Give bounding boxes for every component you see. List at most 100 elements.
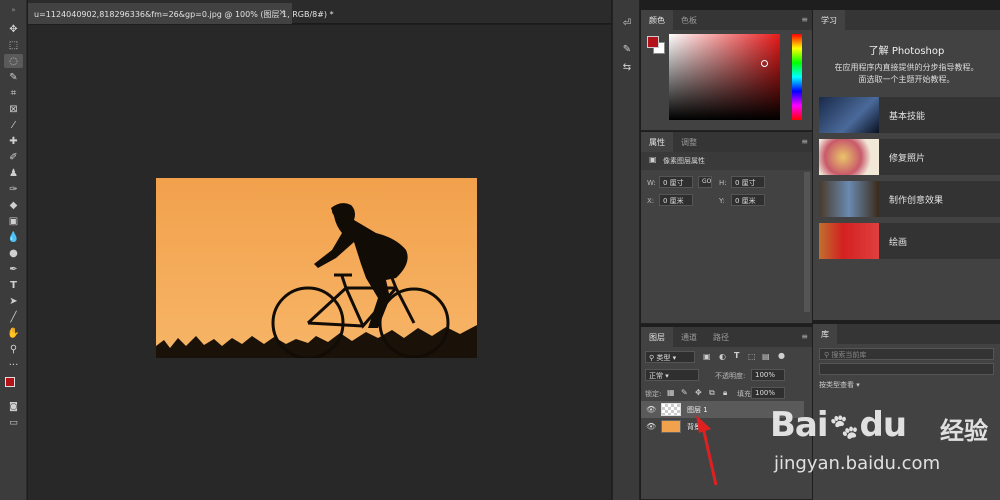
lesson-card[interactable]: 基本技能 [819,97,1000,133]
type-tool-icon[interactable]: T [4,278,23,292]
screen-mode-icon[interactable]: ▭ [4,416,23,430]
panel-menu-icon[interactable]: ≡ [801,15,808,24]
more-tools-icon[interactable]: ··· [4,358,23,372]
layer-filter-row: ⚲ 类型 ▾ ▣ ◐ T ⬚ ▤ ● [641,349,812,366]
healing-tool-icon[interactable]: ✚ [4,134,23,148]
tab-properties[interactable]: 属性 [641,132,673,152]
foreground-swatch[interactable] [647,36,659,48]
tab-swatches[interactable]: 色板 [673,10,705,30]
lasso-tool-icon[interactable]: ◌ [4,54,23,68]
red-arrow-annotation [696,415,718,486]
eyedropper-tool-icon[interactable]: ⁄ [4,118,23,132]
hue-slider[interactable] [792,34,802,120]
line-tool-icon[interactable]: ╱ [4,310,23,324]
lesson-card[interactable]: 绘画 [819,223,1000,259]
brush-settings-icon[interactable]: ✎ [620,42,634,56]
frame-tool-icon[interactable]: ⊠ [4,102,23,116]
panel-menu-icon[interactable]: ≡ [801,137,808,146]
tab-channels[interactable]: 通道 [673,327,705,347]
marquee-tool-icon[interactable]: ⬚ [4,38,23,52]
lock-pixels-icon[interactable]: ✎ [681,388,688,397]
height-field[interactable]: 0 厘寸 [731,176,765,188]
visibility-eye-icon[interactable]: 👁︎ [646,422,656,431]
brush-tool-icon[interactable]: ✐ [4,150,23,164]
zoom-tool-icon[interactable]: ⚲ [4,342,23,356]
color-field[interactable] [669,34,780,120]
tab-layers[interactable]: 图层 [641,327,673,347]
layers-panel-tabs: 图层 通道 路径 ≡ [641,327,812,347]
document-tab-bar: u=1124040902,818296336&fm=26&gp=0.jpg @ … [28,0,611,24]
tab-color[interactable]: 颜色 [641,10,673,30]
libraries-panel-tabs: 库 [813,324,1000,344]
lesson-thumbnail [819,223,879,259]
filter-smart-icon[interactable]: ▤ [762,352,770,361]
lock-position-icon[interactable]: ✥ [695,388,702,397]
document-tab[interactable]: u=1124040902,818296336&fm=26&gp=0.jpg @ … [28,3,334,24]
filter-adjust-icon[interactable]: ◐ [719,352,726,361]
lock-all-icon[interactable]: 🔒︎ [723,388,727,398]
tab-libraries[interactable]: 库 [813,324,837,344]
stamp-tool-icon[interactable]: ♟ [4,166,23,180]
collapse-icon[interactable]: » [4,3,23,17]
path-select-tool-icon[interactable]: ➤ [4,294,23,308]
properties-panel-tabs: 属性 调整 ≡ [641,132,812,152]
lock-transparent-icon[interactable]: ▦ [667,388,675,397]
hand-tool-icon[interactable]: ✋ [4,326,23,340]
learn-panel: 学习 了解 Photoshop 在应用程序内直接提供的分步指导教程。 面选取一个… [813,10,1000,320]
tools-panel: » ✥ ⬚ ◌ ✎ ⌗ ⊠ ⁄ ✚ ✐ ♟ ✑ ◆ ▣ 💧 ● ✒ T ➤ ╱ … [0,0,27,500]
history-icon[interactable]: ⏎ [620,16,634,30]
properties-panel: 属性 调整 ≡ ▣ 像素图层属性 W: 0 厘寸 GO H: 0 厘寸 X: 0… [641,132,812,324]
layer-kind-filter[interactable]: ⚲ 类型 ▾ [645,351,695,363]
gradient-tool-icon[interactable]: ▣ [4,214,23,228]
blur-tool-icon[interactable]: 💧 [4,230,23,244]
quick-mask-icon[interactable]: ◙ [4,400,23,414]
lock-artboard-icon[interactable]: ⧉ [709,388,715,398]
visibility-eye-icon[interactable]: 👁︎ [646,405,656,414]
filter-pixel-icon[interactable]: ▣ [703,352,711,361]
view-by-type[interactable]: 按类型查看 ▾ [819,380,860,390]
tab-adjustments[interactable]: 调整 [673,132,705,152]
width-field[interactable]: 0 厘寸 [659,176,693,188]
color-picker-ring[interactable] [761,60,768,67]
close-tab-icon[interactable]: × [278,8,286,18]
panel-menu-icon[interactable]: ≡ [801,332,808,341]
lesson-title: 制作创意效果 [889,196,944,206]
filter-toggle-icon[interactable]: ● [778,351,785,360]
lock-label: 锁定: [645,390,662,398]
history-brush-tool-icon[interactable]: ✑ [4,182,23,196]
layer-row[interactable]: 👁︎ 背景 [641,418,804,435]
blend-mode-select[interactable]: 正常 ▾ [645,369,699,381]
eraser-tool-icon[interactable]: ◆ [4,198,23,212]
move-tool-icon[interactable]: ✥ [4,22,23,36]
tab-learn[interactable]: 学习 [813,10,845,30]
lesson-card[interactable]: 修复照片 [819,139,1000,175]
layer-row[interactable]: 👁︎ 图层 1 [641,401,804,418]
library-search-input[interactable]: ⚲ 搜索当前库 [819,348,994,360]
pixel-layer-icon: ▣ [649,155,657,164]
filter-kind-text: 类型 [656,354,671,362]
library-select[interactable] [819,363,994,375]
tab-paths[interactable]: 路径 [705,327,737,347]
blend-row: 正常 ▾ 不透明度: 100% [641,367,812,384]
opacity-field[interactable]: 100% [751,369,785,381]
link-icon[interactable]: GO [698,176,712,188]
fill-field[interactable]: 100% [751,387,785,399]
learn-desc-2: 面选取一个主题开始教程。 [858,75,955,84]
dodge-tool-icon[interactable]: ● [4,246,23,260]
opacity-label: 不透明度: [715,372,746,380]
filter-type-icon[interactable]: T [734,351,739,360]
canvas-area[interactable] [28,25,611,500]
crop-tool-icon[interactable]: ⌗ [4,86,23,100]
foreground-color-swatch[interactable] [5,377,15,387]
filter-shape-icon[interactable]: ⬚ [748,352,756,361]
cyclist-photo [156,178,477,358]
lesson-card[interactable]: 制作创意效果 [819,181,1000,217]
view-by-type-label: 按类型查看 [819,381,854,389]
pen-tool-icon[interactable]: ✒ [4,262,23,276]
quick-select-tool-icon[interactable]: ✎ [4,70,23,84]
y-field[interactable]: 0 厘米 [731,194,765,206]
lesson-title: 绘画 [889,238,908,248]
x-field[interactable]: 0 厘米 [659,194,693,206]
adjust-icon[interactable]: ⇆ [620,60,634,74]
scrollbar[interactable] [804,172,810,312]
